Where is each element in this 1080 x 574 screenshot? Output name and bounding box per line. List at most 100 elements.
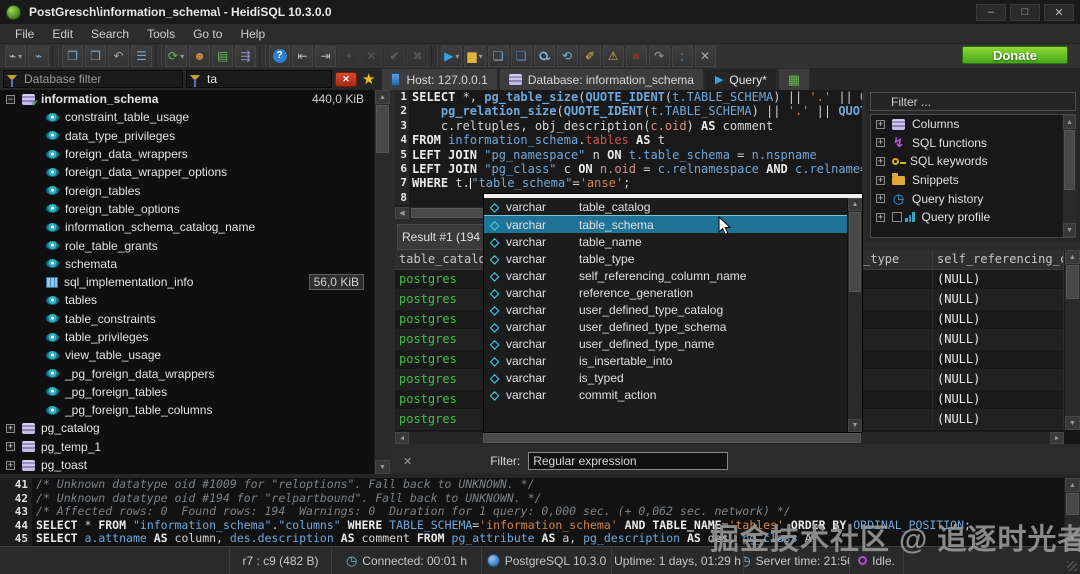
autocomplete-item-table_catalog[interactable]: ◇varchartable_catalog <box>484 198 862 215</box>
helper-item-query-profile[interactable]: +Query profile <box>871 208 1075 227</box>
stop-on-errors-button[interactable]: ⚠ <box>603 46 624 67</box>
tree-item-constraint_table_usage[interactable]: constraint_table_usage <box>0 108 390 126</box>
open-file-button[interactable]: ▆▾ <box>464 46 485 67</box>
tree-item-pg_temp_1[interactable]: +pg_temp_1 <box>0 438 390 456</box>
save-as-button[interactable]: ❏ <box>511 46 532 67</box>
disconnect-button[interactable]: ⌁ <box>28 46 49 67</box>
donate-button[interactable]: Donate <box>962 46 1068 64</box>
expander-icon[interactable]: + <box>6 424 15 433</box>
favorite-star-icon[interactable]: ★ <box>362 70 375 88</box>
dropdown-scrollbar[interactable]: ▲ ▼ <box>847 198 862 432</box>
scroll-right-icon[interactable]: ▶ <box>1050 432 1064 444</box>
tree-item-foreign_table_options[interactable]: foreign_table_options <box>0 200 390 218</box>
clear-button[interactable]: ✕ <box>695 46 716 67</box>
expander-icon[interactable]: + <box>876 176 885 185</box>
log-scrollbar[interactable]: ▲ ▼ <box>1064 478 1080 546</box>
result-tab[interactable]: Result #1 (194 r › <box>397 224 489 250</box>
table-filter-input[interactable] <box>186 70 332 88</box>
tab-query[interactable]: ▶Query* <box>705 68 777 90</box>
menu-search[interactable]: Search <box>82 24 138 43</box>
reformat-button[interactable]: ✐ <box>580 46 601 67</box>
autocomplete-item-table_type[interactable]: ◇varchartable_type <box>484 250 862 267</box>
scrollbar-thumb[interactable] <box>483 433 861 443</box>
tree-item-role_table_grants[interactable]: role_table_grants <box>0 236 390 254</box>
helper-item-columns[interactable]: +Columns <box>871 115 1075 134</box>
autocomplete-item-self_referencing_column_name[interactable]: ◇varcharself_referencing_column_name <box>484 267 862 284</box>
export-grid-button[interactable]: ▤ <box>212 46 233 67</box>
column-header-self_referencing_column_name[interactable]: self_referencing_column_name <box>933 250 1064 269</box>
tab-host[interactable]: Host: 127.0.0.1 <box>381 68 497 90</box>
tab-new-query[interactable]: ▦ <box>778 68 810 90</box>
session-manager-button[interactable]: ⌁▾ <box>5 46 26 67</box>
copy-button[interactable]: ❐ <box>62 46 83 67</box>
scroll-up-icon[interactable]: ▲ <box>1065 478 1080 492</box>
scroll-up-icon[interactable]: ▲ <box>848 198 862 211</box>
maximize-button[interactable]: □ <box>1010 4 1040 21</box>
tree-item-sql_implementation_info[interactable]: sql_implementation_info56,0 KiB <box>0 273 390 291</box>
scroll-left-icon[interactable]: ◀ <box>395 432 409 444</box>
scroll-down-icon[interactable]: ▼ <box>1063 223 1076 237</box>
autocomplete-item-reference_generation[interactable]: ◇varcharreference_generation <box>484 284 862 301</box>
scrollbar-thumb[interactable] <box>1066 493 1079 515</box>
tree-scrollbar[interactable]: ▲ ▼ <box>374 90 390 474</box>
grid-filter-input[interactable] <box>528 452 728 470</box>
menu-go-to[interactable]: Go to <box>184 24 231 43</box>
autocomplete-item-user_defined_type_name[interactable]: ◇varcharuser_defined_type_name <box>484 335 862 352</box>
helpers-filter-input[interactable] <box>870 92 1076 111</box>
first-record-button[interactable]: ⇤ <box>292 46 313 67</box>
tree-item-foreign_data_wrappers[interactable]: foreign_data_wrappers <box>0 145 390 163</box>
autocomplete-item-user_defined_type_catalog[interactable]: ◇varcharuser_defined_type_catalog <box>484 301 862 318</box>
grid-scrollbar[interactable]: ▲ ▼ <box>1064 250 1080 430</box>
tree-item-foreign_tables[interactable]: foreign_tables <box>0 181 390 199</box>
find-button[interactable]: Q <box>534 46 555 67</box>
menu-tools[interactable]: Tools <box>138 24 184 43</box>
run-query-button[interactable]: ▶▾ <box>441 46 462 67</box>
clear-filter-button[interactable]: ✕ <box>335 72 357 87</box>
menu-edit[interactable]: Edit <box>43 24 82 43</box>
helpers-scrollbar[interactable]: ▲ ▼ <box>1062 115 1076 237</box>
helper-item-sql-keywords[interactable]: +SQL keywords <box>871 152 1075 171</box>
tree-item-_pg_foreign_data_wrappers[interactable]: _pg_foreign_data_wrappers <box>0 364 390 382</box>
tree-item-pg_toast[interactable]: +pg_toast <box>0 456 390 474</box>
blob-viewer-button[interactable]: ■ <box>626 46 647 67</box>
last-record-button[interactable]: ⇥ <box>315 46 336 67</box>
parameters-button[interactable]: ⇶ <box>235 46 256 67</box>
title-bar[interactable]: PostGresch\information_schema\ - HeidiSQ… <box>0 0 1080 24</box>
scroll-down-icon[interactable]: ▼ <box>375 460 390 474</box>
undo-button[interactable]: ↶ <box>108 46 129 67</box>
menu-file[interactable]: File <box>6 24 43 43</box>
save-button[interactable]: ❏ <box>488 46 509 67</box>
expander-icon[interactable]: + <box>876 138 885 147</box>
autocomplete-item-table_schema[interactable]: ◇varchartable_schema <box>484 215 862 233</box>
tree-item-_pg_foreign_tables[interactable]: _pg_foreign_tables <box>0 383 390 401</box>
scroll-up-icon[interactable]: ▲ <box>375 90 390 104</box>
scroll-left-icon[interactable]: ◀ <box>395 207 409 219</box>
user-manager-button[interactable]: ☻ <box>189 46 210 67</box>
tree-item-tables[interactable]: tables <box>0 291 390 309</box>
close-icon[interactable]: ✕ <box>403 455 412 468</box>
minimize-button[interactable]: – <box>976 4 1006 21</box>
sql-log[interactable]: 41/* Unknown datatype oid #1009 for "rel… <box>0 478 1080 546</box>
refresh-button[interactable]: ⟳▾ <box>165 46 187 67</box>
scrollbar-thumb[interactable] <box>376 105 389 153</box>
delimiter-button[interactable]: ; <box>672 46 693 67</box>
scrollbar-thumb[interactable] <box>1064 130 1075 190</box>
helper-item-sql-functions[interactable]: +↯SQL functions <box>871 134 1075 153</box>
resize-grip[interactable] <box>1067 561 1077 571</box>
autocomplete-item-commit_action[interactable]: ◇varcharcommit_action <box>484 386 862 403</box>
tree-item-information_schema_catalog_name[interactable]: information_schema_catalog_name <box>0 218 390 236</box>
database-filter-input[interactable] <box>3 70 183 88</box>
scroll-down-icon[interactable]: ▼ <box>848 419 862 432</box>
tree-item-table_privileges[interactable]: table_privileges <box>0 328 390 346</box>
expander-icon[interactable]: + <box>876 213 885 222</box>
paste-button[interactable]: ❒ <box>85 46 106 67</box>
tree-item-pg_catalog[interactable]: +pg_catalog <box>0 419 390 437</box>
tree-item-_pg_foreign_table_columns[interactable]: _pg_foreign_table_columns <box>0 401 390 419</box>
checkbox[interactable] <box>892 212 902 222</box>
rollback-button[interactable]: ↷ <box>649 46 670 67</box>
scroll-down-icon[interactable]: ▼ <box>1065 416 1080 430</box>
tree-item-view_table_usage[interactable]: view_table_usage <box>0 346 390 364</box>
scrollbar-thumb[interactable] <box>849 212 861 292</box>
autocomplete-item-user_defined_type_schema[interactable]: ◇varcharuser_defined_type_schema <box>484 318 862 335</box>
autocomplete-item-is_typed[interactable]: ◇varcharis_typed <box>484 369 862 386</box>
